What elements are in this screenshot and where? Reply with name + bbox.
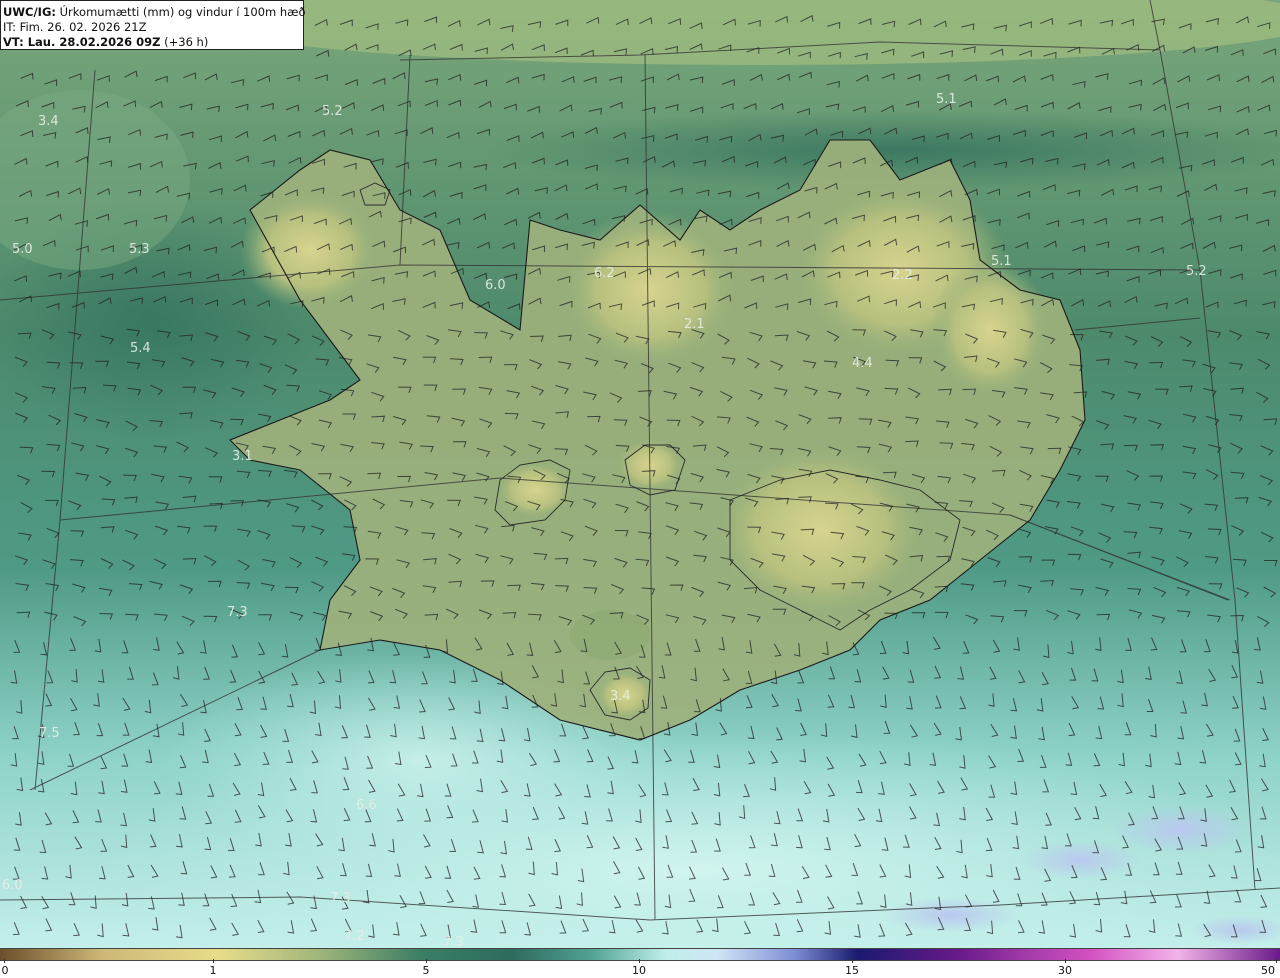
colorbar-tick-label: 10: [632, 964, 646, 977]
colorbar-tick-mark: [639, 959, 640, 963]
weather-map-view: 3.4 5.2 5.1 5.0 5.3 6.0 6.2 2.2 5.1 5.2 …: [0, 0, 1280, 978]
map-value-label: 2.1: [684, 317, 705, 332]
map-value-label: 7.3: [227, 605, 248, 620]
land-bright-southcentral: [570, 610, 650, 660]
map-value-label: 6.0: [485, 278, 506, 293]
map-value-label: 5.2: [1186, 264, 1207, 279]
map-title-box: UWC/IG: Úrkomumætti (mm) og vindur í 100…: [0, 0, 306, 50]
map-value-label: 5.1: [936, 92, 957, 107]
colorbar-tick-mark: [852, 959, 853, 963]
map-value-label: 6.6: [356, 798, 377, 813]
precipitation-map: 3.4 5.2 5.1 5.0 5.3 6.0 6.2 2.2 5.1 5.2 …: [0, 0, 1280, 948]
field-blue-patch-1: [1110, 805, 1250, 855]
colorbar-tick-label: 5: [422, 964, 430, 977]
field-blue-patch-2: [1020, 840, 1140, 880]
map-value-label: 3.1: [232, 449, 253, 464]
land-bright-west: [240, 190, 380, 310]
colorbar-tick-label: 15: [845, 964, 859, 977]
map-value-label: 5.2: [322, 104, 343, 119]
map-value-label: 6.2: [594, 266, 615, 281]
map-value-label: 4.4: [852, 356, 873, 371]
map-value-label: 5.3: [129, 242, 150, 257]
colorbar-tick-label: 1: [209, 964, 217, 977]
colorbar-tick-mark: [213, 959, 214, 963]
colorbar-tick-label: 30: [1058, 964, 1072, 977]
map-value-label: 7.2: [344, 929, 365, 944]
init-time: IT: Fim. 26. 02. 2026 21Z: [3, 20, 147, 34]
land-bright-southeast: [710, 440, 930, 620]
colorbar-strip: [0, 948, 1280, 961]
product-description: Úrkomumætti (mm) og vindur í 100m hæð: [55, 5, 306, 19]
colorbar-tick-mark: [1065, 959, 1066, 963]
colorbar-tick-label: 50: [1261, 964, 1275, 977]
map-value-label: 5.0: [12, 242, 33, 257]
colorbar: 0 1 5 10 15 30 50: [0, 948, 1280, 978]
map-value-label: 3.4: [38, 114, 59, 129]
product-code: UWC/IG:: [3, 5, 56, 19]
valid-time-line: VT: Lau. 28.02.2026 09Z (+36 h): [3, 35, 301, 50]
map-value-label: 3.4: [610, 689, 631, 704]
map-value-label: 7.5: [39, 726, 60, 741]
map-value-label: 7.3: [330, 891, 351, 906]
colorbar-tick-label: 0: [1, 964, 9, 977]
forecast-lead: (+36 h): [160, 35, 209, 49]
colorbar-tick-mark: [426, 959, 427, 963]
product-line: UWC/IG: Úrkomumætti (mm) og vindur í 100…: [3, 5, 306, 20]
colorbar-tick-mark: [1276, 959, 1277, 963]
land-bright-langjokull: [495, 460, 575, 520]
map-value-label: 2.2: [892, 268, 913, 283]
valid-time: VT: Lau. 28.02.2026 09Z: [3, 35, 161, 49]
field-blue-patch-3: [880, 897, 1020, 933]
map-value-label: 5.4: [130, 341, 151, 356]
map-value-label: 5.1: [991, 254, 1012, 269]
map-value-label: 7.3: [443, 935, 464, 948]
land-bright-north: [560, 210, 740, 370]
map-value-label: 6.0: [2, 878, 23, 893]
colorbar-tick-mark: [4, 959, 5, 963]
